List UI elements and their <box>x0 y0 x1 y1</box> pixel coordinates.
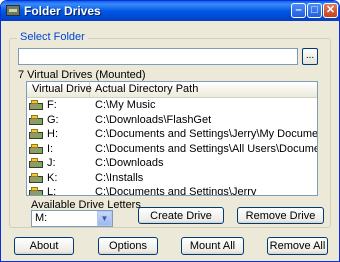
directory-path: C:\Downloads\FlashGet <box>95 113 212 126</box>
drive-letter: J: <box>47 157 56 170</box>
list-header: Virtual Drive Actual Directory Path <box>27 82 317 98</box>
drive-icon <box>29 158 43 169</box>
maximize-button[interactable]: □ <box>307 3 322 18</box>
drive-cell: K: <box>27 172 90 184</box>
column-header-virtual-drive[interactable]: Virtual Drive <box>27 82 92 97</box>
options-button[interactable]: Options <box>98 237 158 255</box>
folder-drives-icon <box>6 5 20 16</box>
list-item[interactable]: J: C:\Downloads <box>27 156 317 171</box>
drive-icon <box>29 143 43 154</box>
minimize-button[interactable]: – <box>291 3 306 18</box>
drive-letter-value: M: <box>35 212 48 224</box>
drive-letter: F: <box>47 99 57 112</box>
drive-cell: J: <box>27 157 90 169</box>
drives-list[interactable]: Virtual Drive Actual Directory Path F: C:… <box>26 81 318 196</box>
list-item[interactable]: F: C:\My Music <box>27 98 317 113</box>
drive-letter: I: <box>47 142 54 155</box>
drive-cell: F: <box>27 99 90 111</box>
close-button[interactable]: ✕ <box>323 3 338 18</box>
drive-cell: L: <box>27 186 90 196</box>
mounted-count-label: 7 Virtual Drives (Mounted) <box>18 69 146 81</box>
browse-button[interactable]: ... <box>302 48 318 65</box>
remove-drive-button[interactable]: Remove Drive <box>237 207 324 224</box>
remove-all-button[interactable]: Remove All <box>267 237 328 255</box>
directory-path: C:\Installs <box>95 171 144 184</box>
directory-path: C:\Documents and Settings\Jerry\My Docum… <box>95 128 317 141</box>
drive-cell: G: <box>27 114 90 126</box>
title-bar[interactable]: Folder Drives – □ ✕ <box>1 1 339 21</box>
drive-letter: G: <box>47 113 59 126</box>
folder-drives-window: Folder Drives – □ ✕ Select Folder ... 7 … <box>0 0 340 262</box>
mount-all-button[interactable]: Mount All <box>181 237 244 255</box>
chevron-down-icon[interactable]: ▼ <box>97 211 112 226</box>
create-drive-button[interactable]: Create Drive <box>138 207 224 224</box>
directory-path: C:\Documents and Settings\All Users\Docu… <box>95 142 317 155</box>
drive-letter: H: <box>47 128 58 141</box>
minimize-icon: – <box>295 4 302 16</box>
drive-icon <box>29 129 43 140</box>
drive-letter: K: <box>47 171 58 184</box>
directory-path: C:\My Music <box>95 99 156 112</box>
folder-path-input[interactable] <box>18 48 298 65</box>
about-button[interactable]: About <box>14 237 74 255</box>
list-item[interactable]: H: C:\Documents and Settings\Jerry\My Doc… <box>27 127 317 142</box>
column-header-directory-path[interactable]: Actual Directory Path <box>90 82 317 97</box>
directory-path: C:\Downloads <box>95 157 164 170</box>
drive-icon <box>29 100 43 111</box>
drive-icon <box>29 114 43 125</box>
close-icon: ✕ <box>325 4 336 16</box>
drive-cell: I: <box>27 143 90 155</box>
list-item[interactable]: I: C:\Documents and Settings\All Users\Do… <box>27 142 317 157</box>
drive-letter-select[interactable]: M: ▼ <box>31 210 113 227</box>
maximize-icon: □ <box>311 4 318 16</box>
list-item[interactable]: L: C:\Documents and Settings\Jerry <box>27 185 317 196</box>
directory-path: C:\Documents and Settings\Jerry <box>95 186 257 196</box>
drive-letter: L: <box>47 186 57 196</box>
drive-icon <box>29 187 43 195</box>
window-title: Folder Drives <box>24 4 101 18</box>
drive-cell: H: <box>27 128 90 140</box>
list-item[interactable]: G: C:\Downloads\FlashGet <box>27 113 317 128</box>
list-item[interactable]: K: C:\Installs <box>27 171 317 186</box>
drive-icon <box>29 172 43 183</box>
select-folder-label: Select Folder <box>17 31 88 43</box>
